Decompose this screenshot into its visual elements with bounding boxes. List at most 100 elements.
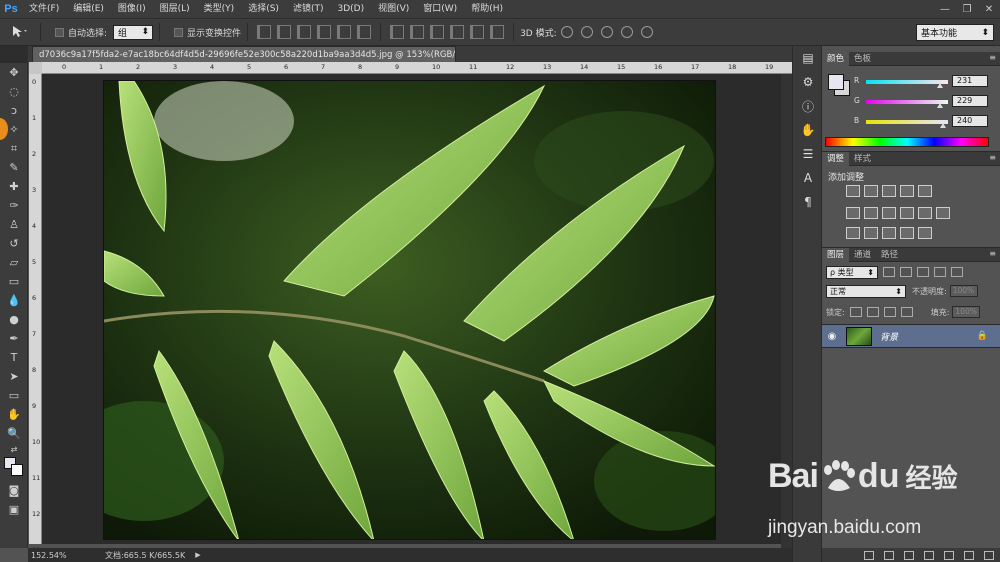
auto-select-dropdown[interactable]: 组 ⬍ bbox=[113, 24, 154, 40]
workspace-dropdown[interactable]: 基本功能 ⬍ bbox=[916, 24, 994, 41]
type-filter-icon[interactable] bbox=[917, 267, 929, 277]
channel-mixer-icon[interactable] bbox=[918, 207, 932, 219]
healing-brush-tool-icon[interactable]: ✚ bbox=[0, 177, 28, 196]
brush-panel-icon[interactable]: ✋ bbox=[793, 118, 823, 142]
pen-tool-icon[interactable]: ✒ bbox=[0, 329, 28, 348]
menu-item-8[interactable]: 视图(V) bbox=[371, 0, 416, 18]
link-layers-icon[interactable] bbox=[864, 550, 874, 560]
lasso-tool-icon[interactable]: ↄ bbox=[0, 101, 28, 120]
properties-panel-icon[interactable]: ⚙ bbox=[793, 70, 823, 94]
status-menu-arrow-icon[interactable]: ▶ bbox=[195, 551, 200, 559]
align-top-icon[interactable] bbox=[257, 25, 272, 39]
distribute-right-icon[interactable] bbox=[490, 25, 505, 39]
color-spectrum-bar[interactable] bbox=[825, 137, 989, 147]
channel-value-field[interactable]: 229 bbox=[952, 95, 988, 107]
paragraph-panel-icon[interactable]: ¶ bbox=[793, 190, 823, 214]
color-swatches-icon[interactable] bbox=[0, 455, 28, 481]
new-layer-icon[interactable] bbox=[964, 550, 974, 560]
canvas-area[interactable] bbox=[42, 74, 792, 544]
swap-colors-icon[interactable]: ⇄ bbox=[0, 443, 28, 455]
fill-field[interactable]: 100% bbox=[952, 306, 981, 318]
shape-tool-icon[interactable]: ▭ bbox=[0, 386, 28, 405]
clone-stamp-tool-icon[interactable]: ♙ bbox=[0, 215, 28, 234]
roll-3d-icon[interactable] bbox=[580, 26, 593, 38]
character-panel-icon[interactable]: A bbox=[793, 166, 823, 190]
dodge-tool-icon[interactable]: ● bbox=[0, 310, 28, 329]
channel-value-field[interactable]: 240 bbox=[952, 115, 988, 127]
tab-paths[interactable]: 路径 bbox=[876, 248, 903, 262]
quick-mask-icon[interactable]: ◙ bbox=[0, 481, 28, 500]
document-tab[interactable]: d7036c9a17f5fda2-e7ac18bc64df4d5d-29696f… bbox=[32, 46, 456, 62]
new-group-icon[interactable] bbox=[944, 550, 954, 560]
selective-color-icon[interactable] bbox=[900, 227, 914, 239]
layer-row-background[interactable]: ◉ 背景 🔒 bbox=[822, 324, 1000, 348]
invert-icon[interactable] bbox=[846, 227, 860, 239]
panel-menu-icon[interactable]: ≡ bbox=[989, 153, 996, 162]
menu-item-0[interactable]: 文件(F) bbox=[22, 0, 66, 18]
path-selection-tool-icon[interactable]: ➤ bbox=[0, 367, 28, 386]
threshold-icon[interactable] bbox=[882, 227, 896, 239]
menu-item-2[interactable]: 图像(I) bbox=[111, 0, 153, 18]
gradient-tool-icon[interactable]: ▭ bbox=[0, 272, 28, 291]
distribute-left-icon[interactable] bbox=[450, 25, 465, 39]
brush-tool-icon[interactable]: ✑ bbox=[0, 196, 28, 215]
info-panel-icon[interactable]: ⓘ bbox=[793, 94, 823, 118]
align-vcenter-icon[interactable] bbox=[277, 25, 292, 39]
tab-styles[interactable]: 样式 bbox=[849, 152, 876, 166]
color-balance-icon[interactable] bbox=[864, 207, 878, 219]
channel-slider-track[interactable] bbox=[866, 80, 948, 84]
levels-icon[interactable] bbox=[864, 185, 878, 197]
type-tool-icon[interactable]: T bbox=[0, 348, 28, 367]
brightness-contrast-icon[interactable] bbox=[846, 185, 860, 197]
slide-3d-icon[interactable] bbox=[620, 26, 633, 38]
hand-tool-icon[interactable]: ✋ bbox=[0, 405, 28, 424]
eyedropper-tool-icon[interactable]: ✎ bbox=[0, 158, 28, 177]
channel-slider-track[interactable] bbox=[866, 120, 948, 124]
channel-value-field[interactable]: 231 bbox=[952, 75, 988, 87]
align-bottom-icon[interactable] bbox=[297, 25, 312, 39]
add-mask-icon[interactable] bbox=[904, 550, 914, 560]
distribute-vcenter-icon[interactable] bbox=[410, 25, 425, 39]
lock-position-icon[interactable] bbox=[883, 307, 896, 317]
history-panel-icon[interactable]: ▤ bbox=[793, 46, 823, 70]
tab-swatches[interactable]: 色板 bbox=[849, 52, 876, 66]
curves-icon[interactable] bbox=[882, 185, 896, 197]
eye-icon[interactable]: ◉ bbox=[822, 331, 842, 342]
fx-icon[interactable] bbox=[884, 550, 894, 560]
screen-mode-icon[interactable]: ▣ bbox=[0, 500, 28, 519]
zoom-level-field[interactable]: 152.54% bbox=[28, 551, 68, 560]
close-button[interactable]: ✕ bbox=[978, 0, 1000, 18]
scale-3d-icon[interactable] bbox=[640, 26, 653, 38]
crop-tool-icon[interactable]: ⌗ bbox=[0, 139, 28, 158]
menu-item-1[interactable]: 编辑(E) bbox=[66, 0, 111, 18]
adjustment-filter-icon[interactable] bbox=[900, 267, 912, 277]
move-tool-preset-icon[interactable] bbox=[6, 22, 34, 42]
posterize-icon[interactable] bbox=[864, 227, 878, 239]
brush-presets-icon[interactable]: ☰ bbox=[793, 142, 823, 166]
lock-all-icon[interactable] bbox=[900, 307, 913, 317]
blur-tool-icon[interactable]: 💧 bbox=[0, 291, 28, 310]
ruler-corner[interactable] bbox=[29, 62, 42, 74]
align-right-icon[interactable] bbox=[357, 25, 372, 39]
foreground-color-box[interactable] bbox=[828, 74, 844, 90]
slider-thumb-icon[interactable] bbox=[936, 103, 943, 108]
rotate-3d-icon[interactable] bbox=[560, 26, 573, 38]
slider-thumb-icon[interactable] bbox=[940, 123, 947, 128]
opacity-field[interactable]: 100% bbox=[949, 285, 978, 297]
history-brush-tool-icon[interactable]: ↺ bbox=[0, 234, 28, 253]
shape-filter-icon[interactable] bbox=[934, 267, 946, 277]
gradient-map-icon[interactable] bbox=[918, 227, 932, 239]
lock-transparent-icon[interactable] bbox=[849, 307, 862, 317]
layer-filter-dropdown[interactable]: ρ 类型 ⬍ bbox=[826, 265, 878, 279]
color-lookup-icon[interactable] bbox=[936, 207, 950, 219]
align-hcenter-icon[interactable] bbox=[337, 25, 352, 39]
menu-item-4[interactable]: 类型(Y) bbox=[197, 0, 242, 18]
align-left-icon[interactable] bbox=[317, 25, 332, 39]
new-adjustment-icon[interactable] bbox=[924, 550, 934, 560]
minimize-button[interactable]: — bbox=[934, 0, 956, 18]
panel-menu-icon[interactable]: ≡ bbox=[989, 249, 996, 258]
menu-item-9[interactable]: 窗口(W) bbox=[416, 0, 464, 18]
menu-item-6[interactable]: 滤镜(T) bbox=[286, 0, 331, 18]
tab-layers[interactable]: 图层 bbox=[822, 247, 850, 262]
photo-filter-icon[interactable] bbox=[900, 207, 914, 219]
